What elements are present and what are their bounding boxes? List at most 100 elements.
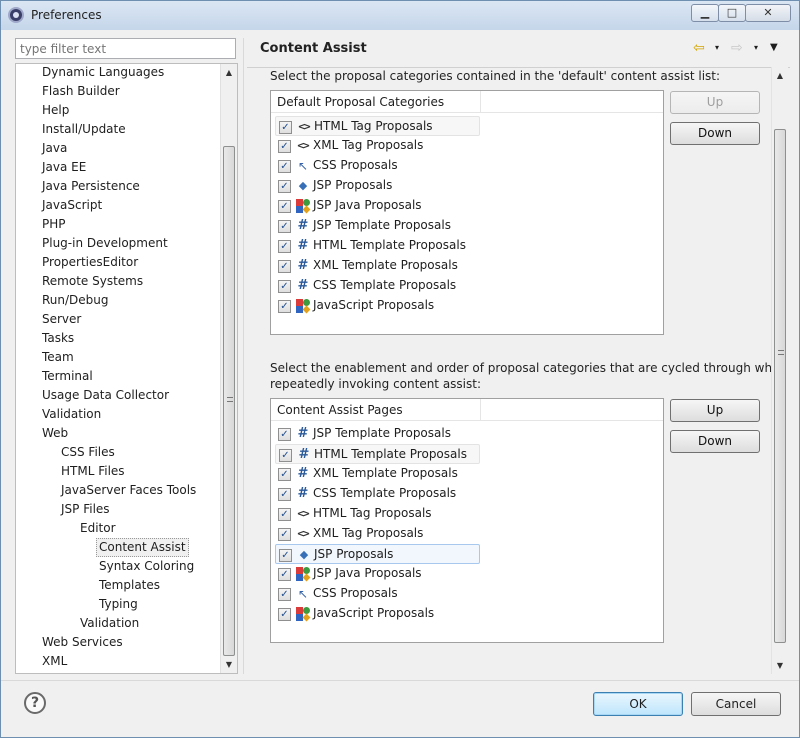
up-button-default[interactable]: Up xyxy=(670,91,760,114)
pane-divider[interactable] xyxy=(243,38,244,674)
ok-button[interactable]: OK xyxy=(593,692,683,716)
help-icon[interactable]: ? xyxy=(24,692,46,714)
row-checkbox[interactable]: ✓ xyxy=(278,568,291,581)
tree-item[interactable]: Plug-in Development xyxy=(40,234,170,253)
row-checkbox[interactable]: ✓ xyxy=(278,280,291,293)
tree-item[interactable]: Tasks xyxy=(40,329,76,348)
row-checkbox[interactable]: ✓ xyxy=(278,488,291,501)
scroll-up-arrow-icon[interactable]: ▲ xyxy=(772,67,788,84)
tree-item[interactable]: Editor xyxy=(78,519,118,538)
tree-item[interactable]: PropertiesEditor xyxy=(40,253,140,272)
tree-item[interactable]: JavaScript xyxy=(40,196,104,215)
table-row[interactable]: ✓ # XML Template Proposals xyxy=(275,256,480,276)
column-header[interactable]: Content Assist Pages xyxy=(277,403,403,417)
table-row[interactable]: ✓ # HTML Template Proposals xyxy=(275,444,480,464)
tree-item[interactable]: Web xyxy=(40,424,70,443)
forward-arrow-icon[interactable]: ⇨ xyxy=(731,40,743,56)
row-checkbox[interactable]: ✓ xyxy=(278,300,291,313)
table-row[interactable]: ✓ JSP Java Proposals xyxy=(275,564,480,584)
tree-item[interactable]: Help xyxy=(40,101,71,120)
scroll-down-arrow-icon[interactable]: ▼ xyxy=(772,657,788,674)
tree-item[interactable]: Server xyxy=(40,310,83,329)
minimize-button[interactable]: ▁ xyxy=(691,4,719,22)
up-button-pages[interactable]: Up xyxy=(670,399,760,422)
table-row[interactable]: ✓ # HTML Template Proposals xyxy=(275,236,480,256)
table-row[interactable]: ✓ JSP Java Proposals xyxy=(275,196,480,216)
table-row[interactable]: ✓ <> HTML Tag Proposals xyxy=(275,504,480,524)
table-row[interactable]: ✓ # XML Template Proposals xyxy=(275,464,480,484)
tree-item[interactable]: Validation xyxy=(78,614,141,633)
row-checkbox[interactable]: ✓ xyxy=(278,140,291,153)
row-checkbox[interactable]: ✓ xyxy=(278,468,291,481)
tree-item[interactable]: Run/Debug xyxy=(40,291,111,310)
row-checkbox[interactable]: ✓ xyxy=(278,260,291,273)
title-bar[interactable]: Preferences ▁ □ ✕ xyxy=(1,1,799,30)
tree-item[interactable]: Dynamic Languages xyxy=(40,64,166,82)
tree-item[interactable]: Content Assist xyxy=(96,538,189,557)
table-row[interactable]: ✓ <> HTML Tag Proposals xyxy=(275,116,480,136)
row-checkbox[interactable]: ✓ xyxy=(278,160,291,173)
table-row[interactable]: ✓ JavaScript Proposals xyxy=(275,296,480,316)
tree-item[interactable]: Templates xyxy=(97,576,162,595)
tree-item[interactable]: Team xyxy=(40,348,76,367)
table-row[interactable]: ✓ ↖ CSS Proposals xyxy=(275,156,480,176)
down-button-default[interactable]: Down xyxy=(670,122,760,145)
tree-item[interactable]: XML xyxy=(40,652,69,671)
forward-dropdown-icon[interactable]: ▾ xyxy=(754,40,758,56)
tree-item[interactable]: Java Persistence xyxy=(40,177,142,196)
tree-item[interactable]: JSP Files xyxy=(59,500,112,519)
table-row[interactable]: ✓ ↖ CSS Proposals xyxy=(275,584,480,604)
tree-item[interactable]: HTML Files xyxy=(59,462,127,481)
tree-item[interactable]: Java xyxy=(40,139,69,158)
row-checkbox[interactable]: ✓ xyxy=(278,428,291,441)
row-checkbox[interactable]: ✓ xyxy=(278,528,291,541)
back-dropdown-icon[interactable]: ▾ xyxy=(715,40,719,56)
tree-scrollbar[interactable]: ▲ ▼ xyxy=(220,64,237,673)
tree-item[interactable]: CSS Files xyxy=(59,443,117,462)
tree-item[interactable]: Typing xyxy=(97,595,140,614)
tree-item[interactable]: PHP xyxy=(40,215,68,234)
column-header[interactable]: Default Proposal Categories xyxy=(277,95,444,109)
tree-item[interactable]: Validation xyxy=(40,405,103,424)
row-checkbox[interactable]: ✓ xyxy=(278,240,291,253)
tree-item[interactable]: Flash Builder xyxy=(40,82,122,101)
row-checkbox[interactable]: ✓ xyxy=(279,121,292,134)
row-checkbox[interactable]: ✓ xyxy=(278,588,291,601)
maximize-button[interactable]: □ xyxy=(718,4,746,22)
close-button[interactable]: ✕ xyxy=(745,4,791,22)
table-row[interactable]: ✓ # JSP Template Proposals xyxy=(275,216,480,236)
table-row[interactable]: ✓ <> XML Tag Proposals xyxy=(275,524,480,544)
tree-item[interactable]: Syntax Coloring xyxy=(97,557,196,576)
cancel-button[interactable]: Cancel xyxy=(691,692,781,716)
page-scrollbar[interactable]: ▲ ▼ xyxy=(771,67,788,674)
row-checkbox[interactable]: ✓ xyxy=(279,449,292,462)
table-row[interactable]: ✓ ◆ JSP Proposals xyxy=(275,176,480,196)
tree-item[interactable]: Java EE xyxy=(40,158,88,177)
page-scroll-thumb[interactable] xyxy=(774,129,786,643)
row-checkbox[interactable]: ✓ xyxy=(278,508,291,521)
tree-item[interactable]: Remote Systems xyxy=(40,272,145,291)
tree-item[interactable]: JavaServer Faces Tools xyxy=(59,481,198,500)
table-row[interactable]: ✓ # CSS Template Proposals xyxy=(275,276,480,296)
row-checkbox[interactable]: ✓ xyxy=(278,200,291,213)
tree-item[interactable]: Web Services xyxy=(40,633,125,652)
tree-item[interactable]: Install/Update xyxy=(40,120,128,139)
table-row[interactable]: ✓ ◆ JSP Proposals xyxy=(275,544,480,564)
tree-item[interactable]: Terminal xyxy=(40,367,95,386)
row-checkbox[interactable]: ✓ xyxy=(278,608,291,621)
table-row[interactable]: ✓ <> XML Tag Proposals xyxy=(275,136,480,156)
table-row[interactable]: ✓ JavaScript Proposals xyxy=(275,604,480,624)
scroll-up-arrow-icon[interactable]: ▲ xyxy=(221,64,237,81)
row-checkbox[interactable]: ✓ xyxy=(278,220,291,233)
down-button-pages[interactable]: Down xyxy=(670,430,760,453)
table-row[interactable]: ✓ # CSS Template Proposals xyxy=(275,484,480,504)
table-row[interactable]: ✓ # JSP Template Proposals xyxy=(275,424,480,444)
view-menu-icon[interactable]: ▼ xyxy=(770,40,778,56)
back-arrow-icon[interactable]: ⇦ xyxy=(693,40,705,56)
filter-input[interactable] xyxy=(15,38,236,59)
scroll-down-arrow-icon[interactable]: ▼ xyxy=(221,656,237,673)
tree-scroll-thumb[interactable] xyxy=(223,146,235,656)
row-checkbox[interactable]: ✓ xyxy=(278,180,291,193)
tree-item[interactable]: Usage Data Collector xyxy=(40,386,171,405)
row-checkbox[interactable]: ✓ xyxy=(279,549,292,562)
